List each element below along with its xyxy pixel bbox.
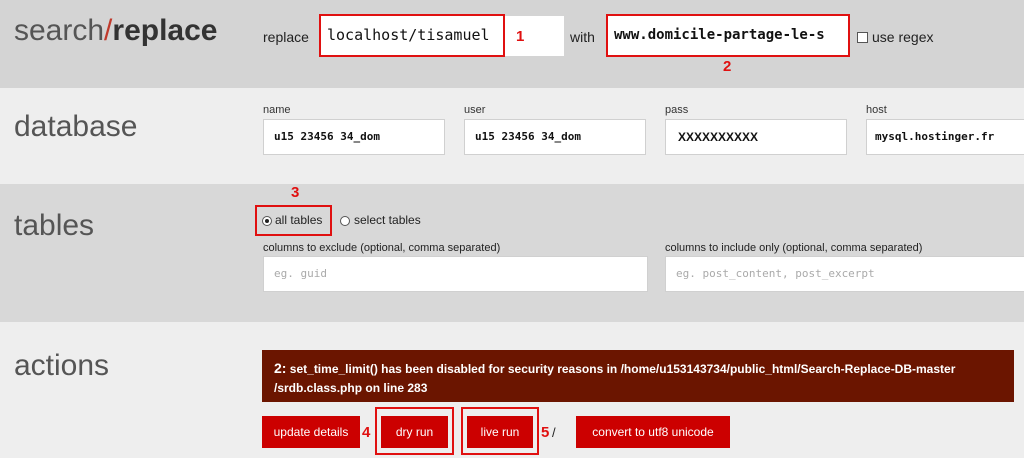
dry-run-button[interactable]: dry run	[381, 416, 448, 448]
db-name-input[interactable]: u15 23456 34_dom	[263, 119, 445, 155]
separator-slash: /	[552, 425, 556, 440]
replace-label: replace	[263, 29, 309, 45]
annotation-number-5: 5	[541, 424, 550, 441]
select-tables-label: select tables	[354, 213, 421, 227]
exclude-columns-input[interactable]: eg. guid	[263, 256, 648, 292]
live-run-button[interactable]: live run	[467, 416, 533, 448]
database-title: database	[14, 110, 138, 143]
actions-title: actions	[14, 349, 110, 382]
use-regex-label: use regex	[872, 29, 934, 45]
db-pass-input[interactable]: XXXXXXXXXX	[665, 119, 847, 155]
db-user-input[interactable]: u15 23456 34_dom	[464, 119, 646, 155]
db-name-label: name	[263, 104, 291, 116]
annotation-box-1	[319, 14, 505, 57]
db-user-label: user	[464, 104, 486, 116]
error-line-2: /srdb.class.php on line 283	[274, 381, 428, 395]
exclude-columns-label: columns to exclude (optional, comma sepa…	[263, 242, 501, 254]
select-tables-radio[interactable]	[340, 216, 350, 226]
error-message: 2: set_time_limit() has been disabled fo…	[262, 350, 1014, 402]
include-columns-input[interactable]: eg. post_content, post_excerpt	[665, 256, 1024, 292]
brand-replace-text: replace	[112, 14, 218, 47]
annotation-number-2: 2	[723, 58, 732, 75]
annotation-number-3: 3	[291, 184, 300, 201]
use-regex-checkbox[interactable]	[857, 32, 868, 43]
db-host-label: host	[866, 104, 887, 116]
app-logo: search/replace	[14, 14, 217, 48]
error-prefix: 2:	[274, 360, 287, 376]
update-details-button[interactable]: update details	[262, 416, 360, 448]
annotation-number-1: 1	[516, 28, 525, 45]
db-host-input[interactable]: mysql.hostinger.fr	[866, 119, 1024, 155]
all-tables-radio[interactable]	[262, 216, 272, 226]
error-line-1: set_time_limit() has been disabled for s…	[289, 362, 956, 376]
annotation-number-4: 4	[362, 424, 371, 441]
all-tables-label: all tables	[275, 213, 323, 227]
convert-utf8-button[interactable]: convert to utf8 unicode	[576, 416, 730, 448]
db-pass-label: pass	[665, 104, 689, 116]
with-label: with	[570, 29, 595, 45]
annotation-box-2	[606, 14, 850, 57]
include-columns-label: columns to include only (optional, comma…	[665, 242, 923, 254]
tables-title: tables	[14, 209, 95, 242]
brand-search-text: search	[14, 14, 105, 47]
